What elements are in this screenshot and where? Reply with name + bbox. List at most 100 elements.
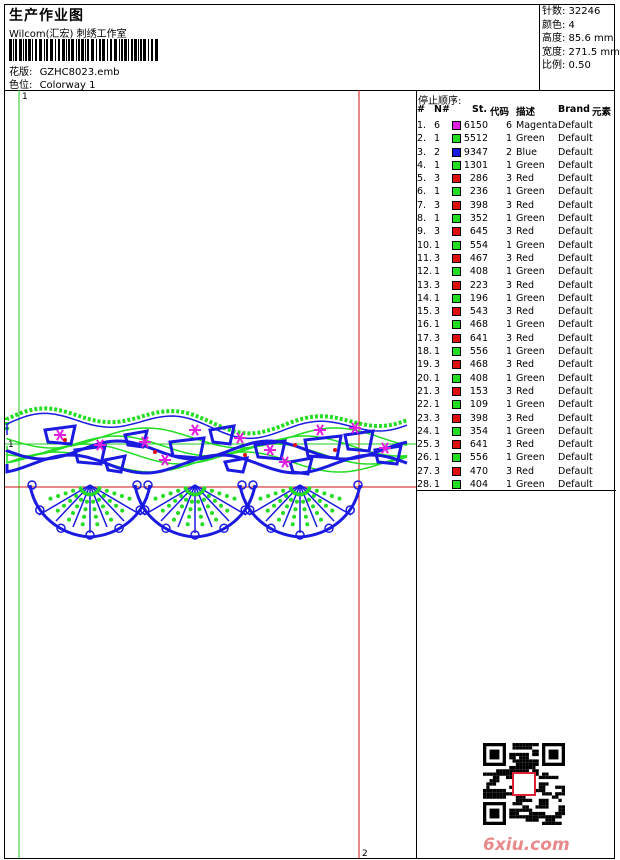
lace-fan-dot (317, 498, 322, 503)
stop-code: 3 (505, 306, 512, 318)
col-header-n: N# (434, 104, 450, 115)
lace-fan-dot (311, 494, 316, 498)
stat-stitches: 针数: 32246 (542, 6, 601, 17)
barcode-bar (44, 39, 45, 61)
stop-num: 26. (417, 452, 433, 464)
stop-desc: Red (516, 385, 535, 397)
color-swatch (452, 134, 461, 144)
stop-stitches: 470 (469, 465, 488, 477)
qr-module (525, 756, 529, 760)
stat-width: 宽度: 271.5 mm (542, 46, 620, 58)
stop-code: 3 (505, 359, 512, 371)
barcode-bar (78, 39, 80, 61)
lace-fan-dot (74, 494, 79, 498)
stop-num: 24. (417, 425, 433, 437)
table-row: 23. 3 398 3 Red Default (416, 412, 616, 425)
lace-fan-dot (80, 522, 85, 527)
stop-brand: Default (558, 452, 593, 464)
qr-module (522, 746, 526, 750)
qr-module (519, 743, 523, 747)
qr-module (535, 815, 539, 819)
stop-brand: Default (558, 425, 593, 437)
qr-module (548, 821, 552, 825)
qr-module (555, 785, 559, 789)
qr-module (538, 805, 543, 809)
lace-fan-dot (184, 497, 188, 502)
color-swatch (452, 413, 461, 423)
qr-module (535, 818, 539, 822)
qr-module (525, 805, 529, 809)
stop-needle: 3 (434, 226, 441, 238)
qr-module (496, 772, 500, 776)
color-swatch (452, 426, 461, 436)
stop-stitches: 408 (469, 266, 488, 278)
qr-module (483, 792, 487, 796)
table-row: 16. 1 468 1 Green Default (416, 318, 616, 331)
stop-brand: Default (558, 186, 593, 198)
qr-module (486, 782, 490, 786)
barcode-bar (50, 39, 53, 61)
qr-module (522, 808, 526, 812)
stop-code: 3 (505, 385, 512, 397)
color-swatch (452, 160, 461, 170)
lace-fan-dot (63, 491, 68, 496)
qr-module (496, 775, 500, 780)
stop-desc: Green (516, 479, 545, 491)
qr-module (492, 792, 497, 796)
table-row: 27. 3 470 3 Red Default (416, 465, 616, 478)
lace-fan-dot (68, 498, 73, 503)
stop-brand: Default (558, 399, 593, 411)
qr-module (519, 756, 523, 760)
stat-colors: 颜色: 4 (542, 19, 575, 31)
stop-code: 1 (505, 186, 512, 198)
stop-num: 16. (417, 319, 433, 331)
lace-fan-dot (206, 494, 211, 498)
lace-fan-dot (305, 522, 310, 527)
qr-module (509, 808, 513, 812)
company-name: Wilcom(汇宏) 刺绣工作室 (9, 29, 127, 40)
lace-red-accent (293, 443, 297, 447)
lace-fan-dot (179, 494, 184, 498)
lace-fan-dot (293, 507, 298, 512)
qr-module (528, 765, 533, 770)
qr-module (525, 765, 529, 770)
stop-stitches: 408 (469, 372, 488, 384)
lace-fan-dot (93, 514, 98, 519)
qr-module (509, 756, 513, 760)
color-swatch (452, 400, 461, 410)
qr-module (499, 795, 503, 799)
qr-module (496, 788, 500, 793)
qr-module (512, 752, 516, 757)
qr-module (492, 782, 497, 786)
qr-module (509, 811, 513, 816)
qr-module (542, 821, 546, 825)
qr-module (548, 818, 552, 822)
table-row: 26. 1 556 1 Green Default (416, 451, 616, 464)
stop-num: 7. (417, 199, 427, 211)
lace-fan-dot (168, 491, 173, 496)
stop-needle: 1 (434, 399, 441, 411)
qr-module (558, 805, 562, 809)
lace-fan-dot (153, 496, 158, 501)
color-swatch (452, 187, 461, 197)
stop-stitches: 398 (469, 412, 488, 424)
lace-fan-dot (281, 488, 286, 493)
qr-module (555, 775, 559, 780)
stop-needle: 3 (434, 412, 441, 424)
stop-stitches: 1301 (463, 159, 488, 171)
lace-fan-dot (109, 517, 113, 522)
lace-fan-dot (127, 496, 132, 501)
lace-fan-dot (219, 503, 223, 508)
stop-desc: Green (516, 133, 545, 145)
qr-module (522, 765, 526, 770)
qr-module (538, 785, 543, 789)
qr-module (558, 811, 562, 816)
barcode-bar (124, 39, 127, 61)
qr-module (492, 795, 497, 799)
lace-fan-dot (104, 488, 109, 493)
stop-needle: 1 (434, 133, 441, 145)
lace-fan-dot (278, 498, 283, 503)
stop-brand: Default (558, 465, 593, 477)
stop-brand: Default (558, 439, 593, 451)
stop-code: 1 (505, 159, 512, 171)
